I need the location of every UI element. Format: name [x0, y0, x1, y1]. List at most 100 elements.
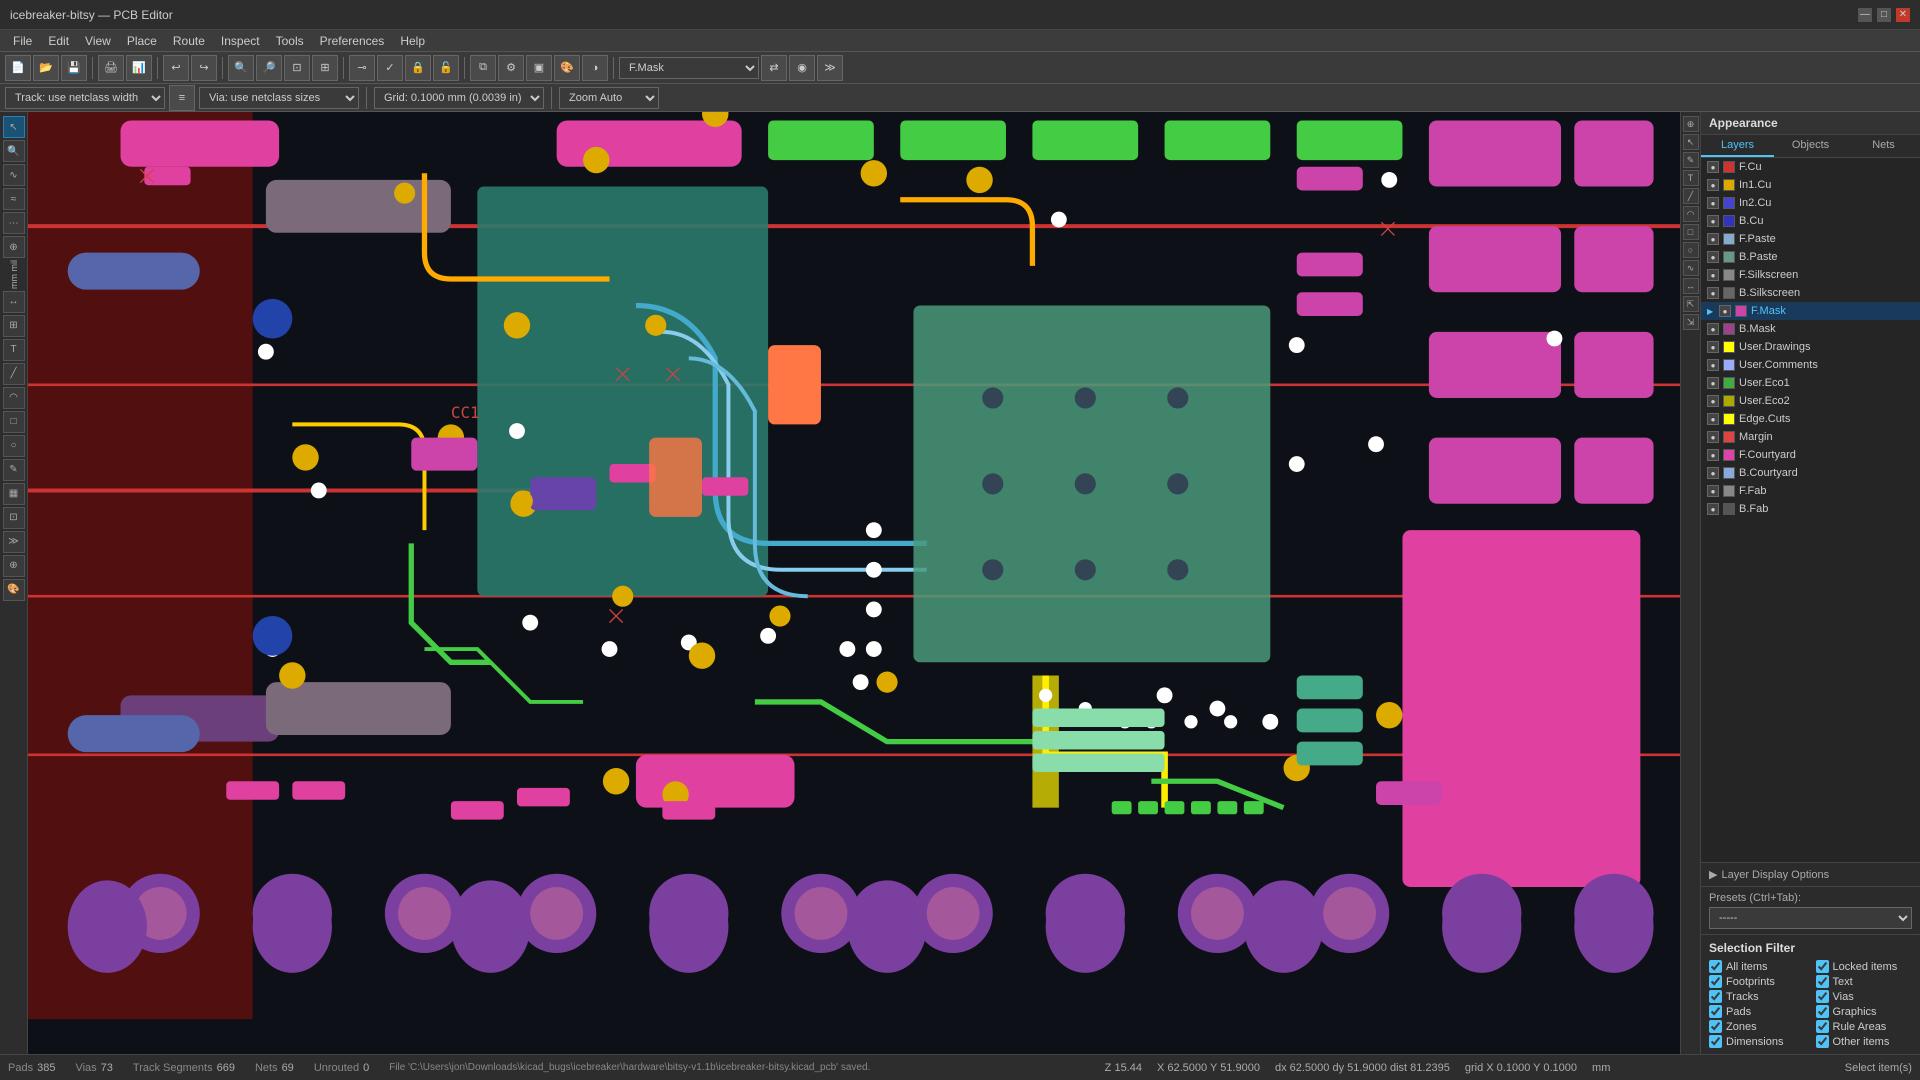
right-tool-5[interactable]: ╱ — [1683, 188, 1699, 204]
layer-visibility-fcourtyard[interactable]: ● — [1707, 449, 1719, 461]
menu-place[interactable]: Place — [119, 34, 165, 48]
layer-item-bfab[interactable]: ● B.Fab — [1701, 500, 1920, 518]
menu-view[interactable]: View — [77, 34, 119, 48]
menu-tools[interactable]: Tools — [268, 34, 312, 48]
open-button[interactable]: 📂 — [33, 55, 59, 81]
right-tool-9[interactable]: ∿ — [1683, 260, 1699, 276]
menu-edit[interactable]: Edit — [40, 34, 77, 48]
footprint-tool[interactable]: ⊞ — [3, 315, 25, 337]
select-tool[interactable]: ↖ — [3, 116, 25, 138]
appearance-button[interactable]: 🎨 — [554, 55, 580, 81]
layer-visibility-bcu[interactable]: ● — [1707, 215, 1719, 227]
route-diff-pair-tool[interactable]: ≈ — [3, 188, 25, 210]
drc-button[interactable]: ✓ — [377, 55, 403, 81]
tab-layers[interactable]: Layers — [1701, 135, 1774, 157]
add-text-tool[interactable]: T — [3, 339, 25, 361]
hide-layers-button[interactable]: ◑ — [582, 55, 608, 81]
add-rect-tool[interactable]: □ — [3, 411, 25, 433]
right-tool-8[interactable]: ○ — [1683, 242, 1699, 258]
maximize-button[interactable]: □ — [1877, 8, 1891, 22]
route-button[interactable]: ⊸ — [349, 55, 375, 81]
measure-tool[interactable]: ↔ — [3, 291, 25, 313]
right-tool-11[interactable]: ⇱ — [1683, 296, 1699, 312]
layer-item-bsilkscreen[interactable]: ● B.Silkscreen — [1701, 284, 1920, 302]
layer-visibility-ffab[interactable]: ● — [1707, 485, 1719, 497]
layer-visibility-in1cu[interactable]: ● — [1707, 179, 1719, 191]
layer-visibility-fcu[interactable]: ● — [1707, 161, 1719, 173]
layer-item-margin[interactable]: ● Margin — [1701, 428, 1920, 446]
layer-visibility-bcourtyard[interactable]: ● — [1707, 467, 1719, 479]
layer-visibility-fsilkscreen[interactable]: ● — [1707, 269, 1719, 281]
right-tool-10[interactable]: ↔ — [1683, 278, 1699, 294]
edit-tool[interactable]: ✎ — [3, 459, 25, 481]
layer-visibility-in2cu[interactable]: ● — [1707, 197, 1719, 209]
right-tool-6[interactable]: ◠ — [1683, 206, 1699, 222]
layer-visibility-userdrawings[interactable]: ● — [1707, 341, 1719, 353]
layer-item-bpaste[interactable]: ● B.Paste — [1701, 248, 1920, 266]
layer-visibility-bpaste[interactable]: ● — [1707, 251, 1719, 263]
layer-item-fsilkscreen[interactable]: ● F.Silkscreen — [1701, 266, 1920, 284]
right-tool-4[interactable]: T — [1683, 170, 1699, 186]
layer-visibility-usereco2[interactable]: ● — [1707, 395, 1719, 407]
print-button[interactable]: 🖨 — [98, 55, 124, 81]
tune-skew-tool[interactable]: ⋯ — [3, 212, 25, 234]
net-inspector-button[interactable]: ⧉ — [470, 55, 496, 81]
undo-button[interactable]: ↩ — [163, 55, 189, 81]
layer-item-fcu[interactable]: ● F.Cu — [1701, 158, 1920, 176]
sf-checkbox-rule-areas[interactable] — [1816, 1020, 1829, 1033]
sf-checkbox-footprints[interactable] — [1709, 975, 1722, 988]
add-line-tool[interactable]: ╱ — [3, 363, 25, 385]
tab-nets[interactable]: Nets — [1847, 135, 1920, 157]
layer-item-in2cu[interactable]: ● In2.Cu — [1701, 194, 1920, 212]
plot-button[interactable]: 📊 — [126, 55, 152, 81]
highlight-net-button[interactable]: ◉ — [789, 55, 815, 81]
redo-button[interactable]: ↪ — [191, 55, 217, 81]
layer-visibility-usercomments[interactable]: ● — [1707, 359, 1719, 371]
layer-visibility-bsilkscreen[interactable]: ● — [1707, 287, 1719, 299]
menu-preferences[interactable]: Preferences — [312, 34, 393, 48]
layer-align-tool[interactable]: ⊕ — [3, 555, 25, 577]
board-setup-button[interactable]: ⚙ — [498, 55, 524, 81]
sf-checkbox-other[interactable] — [1816, 1035, 1829, 1048]
add-rule-area-tool[interactable]: ⊡ — [3, 507, 25, 529]
layer-visibility-margin[interactable]: ● — [1707, 431, 1719, 443]
right-tool-1[interactable]: ⊕ — [1683, 116, 1699, 132]
layer-visibility-fmask[interactable]: ● — [1719, 305, 1731, 317]
sf-checkbox-zones[interactable] — [1709, 1020, 1722, 1033]
new-button[interactable]: 📄 — [5, 55, 31, 81]
layer-item-bmask[interactable]: ● B.Mask — [1701, 320, 1920, 338]
zoom-out-button[interactable]: 🔎 — [256, 55, 282, 81]
lock-button[interactable]: 🔒 — [405, 55, 431, 81]
sf-checkbox-dimensions[interactable] — [1709, 1035, 1722, 1048]
sf-checkbox-all[interactable] — [1709, 960, 1722, 973]
unlock-button[interactable]: 🔓 — [433, 55, 459, 81]
presets-dropdown[interactable]: ----- — [1709, 907, 1912, 929]
sf-checkbox-locked[interactable] — [1816, 960, 1829, 973]
menu-file[interactable]: File — [5, 34, 40, 48]
layer-item-bcu[interactable]: ● B.Cu — [1701, 212, 1920, 230]
layer-item-userdrawings[interactable]: ● User.Drawings — [1701, 338, 1920, 356]
right-tool-3[interactable]: ✎ — [1683, 152, 1699, 168]
layer-visibility-bfab[interactable]: ● — [1707, 503, 1719, 515]
menu-route[interactable]: Route — [165, 34, 213, 48]
grid-selector[interactable]: Grid: 0.1000 mm (0.0039 in) — [374, 87, 544, 109]
layer-item-usereco1[interactable]: ● User.Eco1 — [1701, 374, 1920, 392]
track-width-selector[interactable]: Track: use netclass width — [5, 87, 165, 109]
layer-item-in1cu[interactable]: ● In1.Cu — [1701, 176, 1920, 194]
add-zone-tool[interactable]: ▦ — [3, 483, 25, 505]
tab-objects[interactable]: Objects — [1774, 135, 1847, 157]
layer-item-edgecuts[interactable]: ● Edge.Cuts — [1701, 410, 1920, 428]
via-size-selector[interactable]: Via: use netclass sizes — [199, 87, 359, 109]
add-circle-tool[interactable]: ○ — [3, 435, 25, 457]
menu-inspect[interactable]: Inspect — [213, 34, 268, 48]
layer-visibility-usereco1[interactable]: ● — [1707, 377, 1719, 389]
layer-item-fmask[interactable]: ▶ ● F.Mask — [1701, 302, 1920, 320]
layer-visibility-fpaste[interactable]: ● — [1707, 233, 1719, 245]
inspect-tool[interactable]: 🔍 — [3, 140, 25, 162]
sf-checkbox-pads[interactable] — [1709, 1005, 1722, 1018]
layer-item-usercomments[interactable]: ● User.Comments — [1701, 356, 1920, 374]
close-button[interactable]: ✕ — [1896, 8, 1910, 22]
add-pad-tool[interactable]: ⊕ — [3, 236, 25, 258]
menu-help[interactable]: Help — [392, 34, 433, 48]
layer-item-fcourtyard[interactable]: ● F.Courtyard — [1701, 446, 1920, 464]
